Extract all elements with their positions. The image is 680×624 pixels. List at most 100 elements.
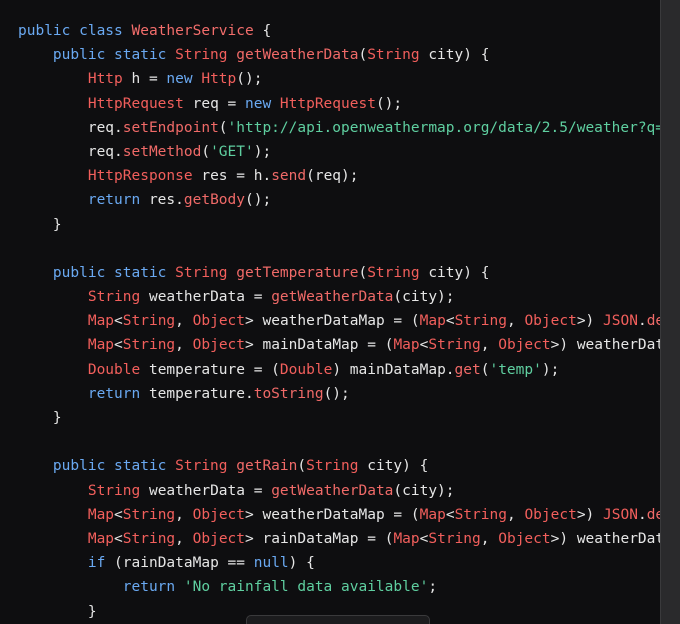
code-line: }	[18, 406, 660, 430]
code-token: HttpRequest	[87, 95, 184, 112]
code-token: ,	[506, 313, 525, 330]
code-editor[interactable]: public class WeatherService { public sta…	[0, 0, 660, 624]
code-token: ,	[175, 337, 193, 354]
code-token: null	[253, 555, 289, 572]
code-token: }	[18, 603, 97, 620]
code-token: Map	[419, 313, 446, 330]
code-token: String	[306, 458, 359, 475]
code-token: Double	[87, 361, 141, 378]
code-token: String	[454, 506, 507, 523]
code-token: req.	[18, 143, 123, 160]
code-token: req =	[183, 95, 245, 112]
code-line: String weatherData = getWeatherData(city…	[18, 285, 660, 309]
code-token: Object	[524, 506, 577, 523]
code-token: .	[637, 313, 647, 330]
code-token: (	[218, 119, 228, 136]
code-token: String	[87, 482, 141, 499]
code-token: public class	[18, 23, 132, 39]
code-token: Map	[393, 337, 420, 354]
code-token: public static	[52, 47, 176, 64]
code-token: <	[445, 506, 455, 523]
code-token: ();	[375, 95, 403, 112]
code-token: Map	[87, 313, 115, 330]
code-token: <	[114, 313, 123, 330]
code-token: ();	[244, 192, 272, 209]
horizontal-scroll-handle[interactable]	[246, 615, 430, 624]
code-line: req.setMethod('GET');	[18, 140, 660, 164]
code-token: > mainDataMap = (	[245, 337, 394, 354]
code-token: ,	[175, 506, 193, 523]
code-token: String	[87, 289, 141, 306]
code-token: city) {	[358, 458, 429, 475]
code-token: String	[175, 458, 237, 475]
code-token: getRain	[236, 458, 298, 475]
code-token: 'http://api.openweathermap.org/data/2.5/…	[227, 119, 660, 136]
code-token: toString	[253, 385, 324, 402]
code-token: Map	[87, 337, 115, 354]
vertical-scrollbar[interactable]	[660, 0, 680, 624]
code-token: }	[18, 410, 62, 426]
code-token: return	[87, 385, 149, 402]
code-token: >) weatherDataM	[550, 530, 660, 547]
code-line: Map<String, Object> mainDataMap = (Map<S…	[18, 333, 660, 357]
code-token: JSON	[603, 313, 638, 330]
code-token: String	[454, 313, 507, 330]
code-token: >)	[576, 313, 604, 330]
code-line: Map<String, Object> weatherDataMap = (Ma…	[18, 503, 660, 527]
code-token: HttpResponse	[87, 168, 193, 185]
code-line: return temperature.toString();	[18, 382, 660, 406]
code-line: public class WeatherService {	[18, 19, 660, 43]
code-token: Object	[498, 337, 551, 354]
code-token: h =	[122, 71, 167, 88]
code-token: Map	[87, 530, 115, 547]
code-token: ,	[506, 506, 525, 523]
code-token: dese	[646, 506, 660, 523]
code-token: public static	[52, 458, 176, 475]
code-token: String	[428, 337, 481, 354]
code-token: ,	[480, 337, 499, 354]
code-line: return res.getBody();	[18, 188, 660, 212]
code-token: >)	[576, 506, 604, 523]
code-token: HttpRequest	[279, 95, 376, 112]
code-token: send	[271, 168, 307, 185]
code-token: .	[637, 506, 647, 523]
code-line: Double temperature = (Double) mainDataMa…	[18, 358, 660, 382]
code-token: ,	[175, 530, 193, 547]
code-line: HttpResponse res = h.send(req);	[18, 164, 660, 188]
code-token: > rainDataMap = (	[245, 530, 394, 547]
code-line: Map<String, Object> rainDataMap = (Map<S…	[18, 527, 660, 551]
code-token: Double	[279, 361, 333, 378]
code-line: HttpRequest req = new HttpRequest();	[18, 92, 660, 116]
code-token: getWeatherData	[271, 482, 394, 499]
code-token: Http	[201, 71, 237, 88]
code-token: res.	[148, 192, 184, 209]
code-token: <	[114, 337, 123, 354]
code-token: String	[428, 530, 481, 547]
code-token: (city);	[393, 289, 455, 306]
code-token: String	[367, 47, 420, 64]
code-line: }	[18, 213, 660, 237]
code-block[interactable]: public class WeatherService { public sta…	[18, 19, 660, 624]
code-line: public static String getWeatherData(Stri…	[18, 43, 660, 67]
code-token: getWeatherData	[236, 47, 359, 64]
code-token: ) {	[288, 555, 315, 572]
code-token: res = h.	[192, 168, 272, 185]
code-token: new	[244, 95, 280, 112]
code-token: return	[87, 192, 149, 209]
code-token: String	[122, 313, 176, 330]
code-token: 'GET'	[210, 143, 254, 160]
code-token: temperature = (	[140, 361, 280, 378]
code-token: String	[175, 47, 237, 64]
code-line: public static String getRain(String city…	[18, 454, 660, 478]
